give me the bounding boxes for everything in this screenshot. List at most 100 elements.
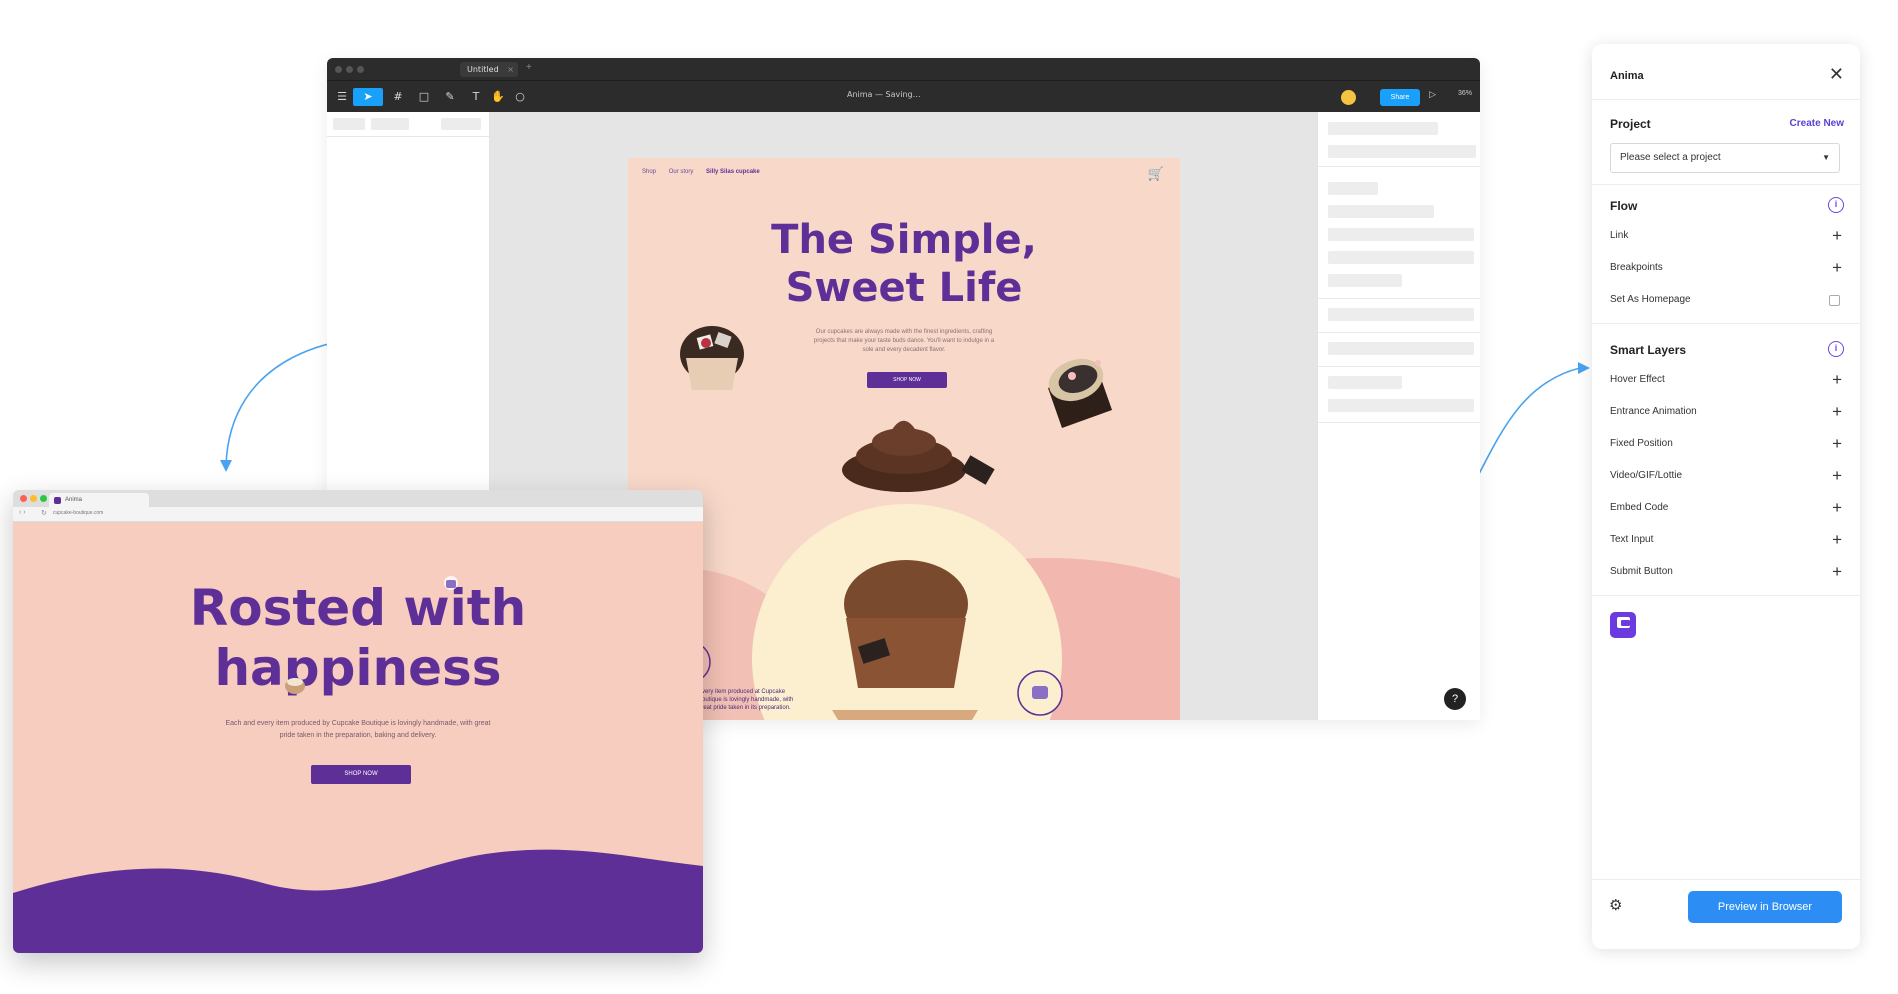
design-frame[interactable]: Shop Our story Silly Silas cupcake 🛒 The… — [628, 158, 1180, 720]
shop-now-button[interactable]: SHOP NOW — [311, 765, 411, 784]
flow-item-link[interactable]: Link + — [1610, 226, 1842, 246]
zoom-level[interactable]: 36% — [1458, 90, 1472, 97]
property-placeholder — [1328, 228, 1474, 241]
hero-subtitle: Each and every item produced by Cupcake … — [225, 720, 491, 739]
smart-layer-entrance-animation[interactable]: Entrance Animation + — [1610, 402, 1842, 422]
figma-toolbar: ☰ ➤ # □ ✎ T ✋ ○ Anima — Saving… Share ▷ … — [327, 80, 1480, 112]
smart-layer-label: Hover Effect — [1610, 374, 1665, 385]
plus-icon[interactable]: + — [1832, 498, 1842, 518]
flow-item-label: Link — [1610, 230, 1629, 241]
anima-logo-icon — [1610, 612, 1636, 638]
smart-layer-submit-button[interactable]: Submit Button + — [1610, 562, 1842, 582]
divider — [1318, 366, 1480, 367]
panel-header: Anima ✕ — [1592, 44, 1860, 100]
divider — [1318, 332, 1480, 333]
create-new-link[interactable]: Create New — [1790, 118, 1844, 129]
anima-plugin-panel: Anima ✕ Project Create New Please select… — [1592, 44, 1860, 949]
divider — [1318, 166, 1480, 167]
smart-layers-heading: Smart Layers — [1610, 343, 1687, 357]
window-dot[interactable] — [346, 66, 353, 73]
decor-dot — [1068, 372, 1076, 380]
move-tool-icon[interactable]: ➤ — [353, 88, 383, 106]
smart-layer-label: Fixed Position — [1610, 438, 1673, 449]
window-dot[interactable] — [335, 66, 342, 73]
info-icon[interactable]: i — [1828, 197, 1844, 213]
smart-layer-embed-code[interactable]: Embed Code + — [1610, 498, 1842, 518]
plus-icon[interactable]: + — [1832, 466, 1842, 486]
main-menu-icon[interactable]: ☰ — [333, 88, 351, 106]
divider — [1318, 422, 1480, 423]
present-icon[interactable]: ▷ — [1429, 89, 1436, 100]
divider — [327, 136, 489, 137]
figma-tab-bar: Untitled × + — [327, 58, 1480, 80]
divider — [1592, 879, 1860, 880]
cupcake-image — [680, 326, 744, 390]
homepage-checkbox[interactable] — [1829, 295, 1840, 306]
property-placeholder — [1328, 274, 1402, 287]
figma-file-tab[interactable]: Untitled × — [460, 62, 518, 77]
flow-item-label: Breakpoints — [1610, 262, 1663, 273]
page-selector-placeholder[interactable] — [441, 118, 481, 130]
smart-layer-hover-effect[interactable]: Hover Effect + — [1610, 370, 1842, 390]
pen-tool-icon[interactable]: ✎ — [441, 88, 459, 106]
smart-layer-label: Embed Code — [1610, 502, 1669, 513]
smart-layer-label: Entrance Animation — [1610, 406, 1697, 417]
cupcake-image — [832, 420, 995, 720]
flow-item-label: Set As Homepage — [1610, 294, 1691, 305]
project-heading: Project — [1610, 117, 1651, 131]
chevron-down-icon: ▼ — [1822, 153, 1830, 162]
smart-layer-video-gif-lottie[interactable]: Video/GIF/Lottie + — [1610, 466, 1842, 486]
figma-tab-label: Untitled — [467, 65, 499, 74]
plus-icon[interactable]: + — [1832, 530, 1842, 550]
frame-blurb: Every item produced at Cupcake Boutique … — [698, 689, 794, 711]
smart-layer-label: Video/GIF/Lottie — [1610, 470, 1683, 481]
preview-in-browser-button[interactable]: Preview in Browser — [1688, 891, 1842, 923]
plus-icon[interactable]: + — [1832, 226, 1842, 246]
plus-icon[interactable]: + — [1832, 434, 1842, 454]
new-tab-icon[interactable]: + — [526, 62, 532, 73]
layers-tab-placeholder[interactable] — [333, 118, 365, 130]
close-icon[interactable]: ✕ — [1829, 64, 1844, 85]
property-placeholder — [1328, 308, 1474, 321]
flow-item-set-as-homepage[interactable]: Set As Homepage — [1610, 290, 1842, 310]
gear-icon[interactable]: ⚙ — [1609, 896, 1622, 914]
cupcake-badge-icon — [1032, 686, 1048, 699]
comment-tool-icon[interactable]: ○ — [511, 88, 529, 106]
properties-panel: ? — [1317, 112, 1480, 720]
project-select[interactable]: Please select a project ▼ — [1610, 143, 1840, 173]
plus-icon[interactable]: + — [1832, 370, 1842, 390]
info-icon[interactable]: i — [1828, 341, 1844, 357]
project-select-value: Please select a project — [1620, 152, 1721, 163]
divider — [1592, 184, 1860, 185]
property-placeholder — [1328, 145, 1476, 158]
close-tab-icon[interactable]: × — [507, 62, 514, 77]
property-placeholder — [1328, 399, 1474, 412]
avatar[interactable] — [1341, 90, 1356, 105]
property-placeholder — [1328, 251, 1474, 264]
text-tool-icon[interactable]: T — [467, 88, 485, 106]
smart-layer-fixed-position[interactable]: Fixed Position + — [1610, 434, 1842, 454]
divider — [1592, 595, 1860, 596]
property-placeholder — [1328, 205, 1434, 218]
smart-layer-label: Submit Button — [1610, 566, 1673, 577]
share-button[interactable]: Share — [1380, 89, 1420, 106]
panel-title: Anima — [1610, 70, 1644, 82]
cupcake-illustrations — [669, 326, 1112, 720]
flow-item-breakpoints[interactable]: Breakpoints + — [1610, 258, 1842, 278]
property-placeholder — [1328, 122, 1438, 135]
plus-icon[interactable]: + — [1832, 402, 1842, 422]
shape-tool-icon[interactable]: □ — [415, 88, 433, 106]
help-icon[interactable]: ? — [1444, 688, 1466, 710]
document-title[interactable]: Anima — Saving… — [847, 90, 921, 99]
plus-icon[interactable]: + — [1832, 258, 1842, 278]
browser-preview-window: Anima ‹ › ↻ cupcake-boutique.com Rosted … — [13, 490, 703, 953]
hand-tool-icon[interactable]: ✋ — [489, 88, 507, 106]
assets-tab-placeholder[interactable] — [371, 118, 409, 130]
decor-dot — [1095, 360, 1101, 366]
frame-tool-icon[interactable]: # — [389, 88, 407, 106]
window-dot[interactable] — [357, 66, 364, 73]
plus-icon[interactable]: + — [1832, 562, 1842, 582]
smart-layer-text-input[interactable]: Text Input + — [1610, 530, 1842, 550]
smart-layer-label: Text Input — [1610, 534, 1654, 545]
property-placeholder — [1328, 342, 1474, 355]
